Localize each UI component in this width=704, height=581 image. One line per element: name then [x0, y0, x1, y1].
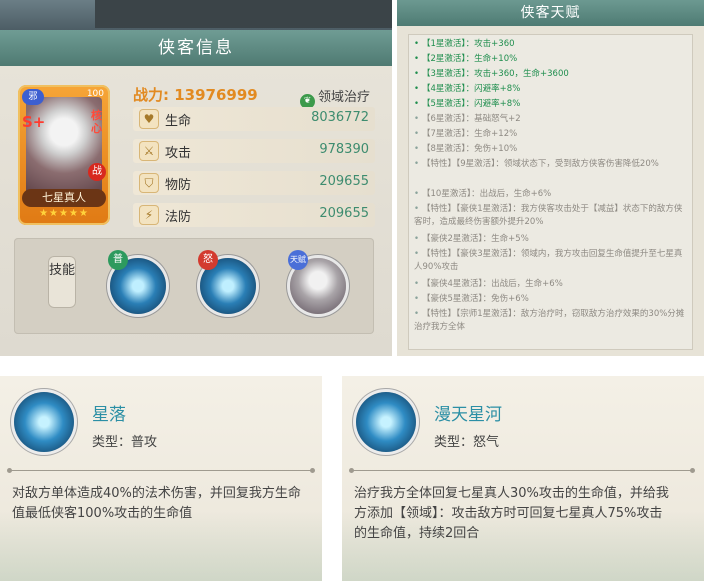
battle-badge: 战 — [88, 163, 106, 181]
hero-info-panel: 侠客信息 邪 100 S+ 核心 战 七星真人 ★★★★★ 战力: 139769… — [0, 0, 392, 356]
power-value: 13976999 — [174, 86, 258, 104]
talent-item: • 【6星激活】：基础怒气+2 — [414, 114, 521, 124]
grade-label: S+ — [22, 113, 46, 131]
stat-label: 生命 — [165, 114, 192, 129]
shield-icon: ⛉ — [139, 173, 159, 193]
talent-list[interactable]: • 【1星激活】：攻击+360 • 【2星激活】：生命+10% • 【3星激活】：攻击… — [408, 34, 693, 350]
stat-value: 209655 — [319, 174, 369, 189]
talent-item: • 【8星激活】：免伤+10% — [414, 144, 518, 154]
rank-badge: 邪 — [22, 89, 44, 105]
skill-description: 治疗我方全体回复七星真人30%攻击的生命值，并给我方添加【领域】：攻击敌方时可回… — [354, 486, 669, 541]
hero-card[interactable]: 邪 100 S+ 核心 战 七星真人 ★★★★★ — [18, 85, 110, 225]
talent-item: • 【7星激活】：生命+12% — [414, 129, 518, 139]
skill-type: 类型：普攻 — [92, 435, 158, 450]
talent-title: 侠客天赋 — [397, 0, 704, 26]
top-bar — [0, 0, 392, 30]
attack-icon: ⚔ — [139, 141, 159, 161]
skill-type: 类型：怒气 — [434, 435, 500, 450]
stat-row-magic-def: ⚡ 法防 209655 — [133, 203, 375, 227]
star-rating: ★★★★★ — [39, 208, 89, 219]
skill-normal-button[interactable]: 普 — [108, 250, 166, 314]
heart-icon: ♥ — [139, 109, 159, 129]
stat-row-attack: ⚔ 攻击 978390 — [133, 139, 375, 163]
skills-label: 技能 — [48, 256, 76, 308]
domain-label: 领域治疗 — [318, 90, 371, 105]
talent-item: • 【5星激活】：闪避率+8% — [414, 99, 521, 109]
stat-label: 法防 — [165, 210, 192, 225]
skills-bar: 技能 普 怒 天赋 — [14, 238, 374, 334]
talent-item: • 【豪侠2星激活】：生命+5% — [414, 234, 529, 244]
skill-star-fall-icon — [14, 392, 74, 452]
talent-item: • 【10星激活】：出战后，生命+6% — [414, 189, 552, 199]
domain-heal-tag: ❦ 领域治疗 — [300, 86, 370, 109]
talent-item: • 【豪侠5星激活】：免伤+6% — [414, 294, 529, 304]
skill-description: 对敌方单体造成40%的法术伤害，并回复我方生命值最低侠客100%攻击的生命值 — [12, 486, 301, 521]
talent-item: • 【2星激活】：生命+10% — [414, 54, 518, 64]
hero-level: 100 — [86, 89, 104, 99]
skill-name: 星落 — [92, 405, 126, 425]
talent-item: • 【4星激活】：闪避率+8% — [414, 84, 521, 94]
stat-value: 209655 — [319, 206, 369, 221]
core-badge: 核心 — [91, 109, 102, 135]
stat-value: 8036772 — [311, 110, 369, 125]
divider — [349, 468, 695, 473]
stat-value: 978390 — [319, 142, 369, 157]
hero-info-title: 侠客信息 — [0, 30, 392, 66]
talent-item: • 【特性】【豪侠1星激活】：我方侠客攻击处于【减益】状态下的敌方侠客时，造成最终… — [414, 204, 683, 227]
stat-row-hp: ♥ 生命 8036772 — [133, 107, 375, 131]
talent-item: • 【豪侠4星激活】：出战后，生命+6% — [414, 279, 563, 289]
divider — [7, 468, 315, 473]
skill-name: 漫天星河 — [434, 405, 502, 425]
stat-label: 物防 — [165, 178, 192, 193]
combat-power: 战力: 13976999 — [133, 84, 258, 105]
stat-label: 攻击 — [165, 146, 192, 161]
talent-item: • 【1星激活】：攻击+360 — [414, 39, 515, 49]
skill-tag-talent: 天赋 — [288, 250, 308, 270]
stat-row-physical-def: ⛉ 物防 209655 — [133, 171, 375, 195]
power-label: 战力: — [133, 86, 169, 104]
talent-item: • 【特性】【宗师1星激活】：敌方治疗时，窃取敌方治疗效果的30%分摊治疗我方全体 — [414, 309, 685, 332]
magic-shield-icon: ⚡ — [139, 205, 159, 225]
talent-item: • 【特性】【豪侠3星激活】：领域内，我方攻击回复生命值提升至七星真人90%攻击 — [414, 249, 683, 272]
talent-item: • 【3星激活】：攻击+360，生命+3600 — [414, 69, 569, 79]
hero-talent-panel: 侠客天赋 • 【1星激活】：攻击+360 • 【2星激活】：生命+10% • 【3星激… — [397, 0, 704, 356]
skill-card-rage: 漫天星河 类型：怒气 治疗我方全体回复七星真人30%攻击的生命值，并给我方添加【… — [342, 376, 704, 581]
skill-talent-button[interactable]: 天赋 — [288, 250, 346, 314]
hero-name: 七星真人 — [22, 189, 106, 207]
skill-tag-rage: 怒 — [198, 250, 218, 270]
skill-galaxy-icon — [356, 392, 416, 452]
talent-item: • 【特性】【9星激活】：领域状态下，受到敌方侠客伤害降低20% — [414, 159, 659, 169]
skill-tag-normal: 普 — [108, 250, 128, 270]
skill-rage-button[interactable]: 怒 — [198, 250, 256, 314]
skill-card-normal: 星落 类型：普攻 对敌方单体造成40%的法术伤害，并回复我方生命值最低侠客100… — [0, 376, 322, 581]
